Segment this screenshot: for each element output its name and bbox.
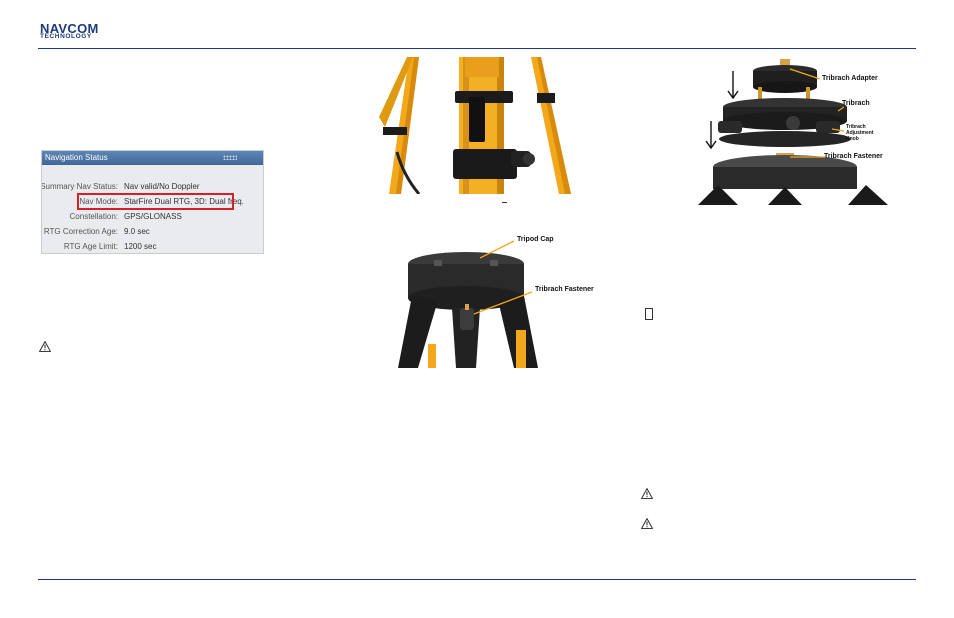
tribrach-adapter-label: Tribrach Adapter: [822, 75, 878, 82]
status-label: RTG Age Limit:: [63, 242, 118, 251]
tripod-cap-label: Tripod Cap: [517, 236, 554, 243]
panel-title: Navigation Status: [45, 153, 108, 162]
status-label: RTG Correction Age:: [43, 227, 118, 236]
knob-label-line: Knob: [846, 136, 859, 142]
status-row: Constellation: GPS/GLONASS: [42, 211, 263, 223]
warning-icon: [641, 488, 653, 499]
status-value: GPS/GLONASS: [124, 212, 182, 221]
grip-icon: [223, 155, 237, 160]
status-row: RTG Age Limit: 1200 sec: [42, 241, 263, 253]
tripod-legs-photo: [379, 57, 576, 194]
tripod-cap-photo: Tripod Cap Tribrach Fastener: [398, 234, 601, 368]
logo-subtext: TECHNOLOGY: [40, 33, 92, 40]
panel-title-bar: Navigation Status: [42, 151, 263, 165]
status-row: Summary Nav Status: Nav valid/No Doppler: [42, 181, 263, 193]
tribrach-knob-label: Tribrach Adjustment Knob: [846, 124, 874, 142]
warning-icon: [641, 518, 653, 529]
footer-rule: [38, 579, 916, 580]
tribrach-fastener-label: Tribrach Fastener: [535, 286, 594, 293]
status-label: Summary Nav Status:: [41, 182, 118, 191]
tripod-cap-drawing: [398, 234, 601, 368]
figure-caption-dash: [502, 202, 507, 203]
nav-mode-highlight: [77, 193, 234, 210]
status-row: RTG Correction Age: 9.0 sec: [42, 226, 263, 238]
status-label: Constellation:: [69, 212, 118, 221]
tribrach-photo: Tribrach Adapter Tribrach Tribrach Adjus…: [698, 57, 891, 205]
warning-icon: [39, 341, 51, 352]
header-rule: [38, 48, 916, 49]
tribrach-fastener-label: Tribrach Fastener: [824, 153, 883, 160]
status-value: 1200 sec: [124, 242, 157, 251]
navigation-status-panel: Navigation Status Summary Nav Status: Na…: [41, 150, 264, 254]
status-value: 9.0 sec: [124, 227, 150, 236]
navcom-logo: NAVCOM TECHNOLOGY: [40, 22, 120, 42]
note-icon: [645, 308, 653, 320]
tripod-legs-drawing: [379, 57, 576, 194]
tribrach-label: Tribrach: [842, 100, 870, 107]
status-value: Nav valid/No Doppler: [124, 182, 200, 191]
